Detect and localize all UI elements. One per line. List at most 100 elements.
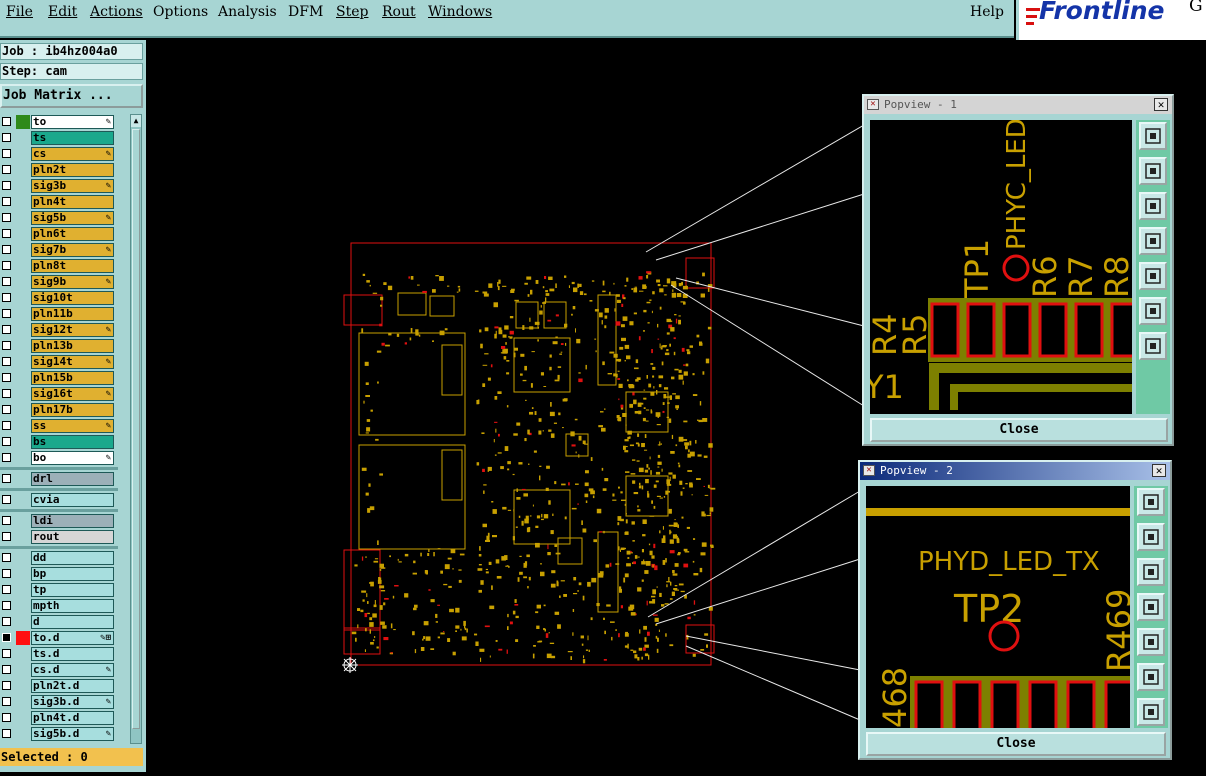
close-icon[interactable]: ✕ (1154, 98, 1168, 111)
layer-name-cell[interactable]: cs.d ✎ (31, 663, 114, 677)
layer-checkbox[interactable] (2, 149, 11, 158)
layer-name-cell[interactable]: pln2t.d (31, 679, 114, 693)
layer-row-sig10t[interactable]: sig10t (0, 290, 120, 306)
layer-checkbox[interactable] (2, 197, 11, 206)
actions-menu[interactable]: Actions (90, 4, 143, 20)
layer-name-cell[interactable]: sig3b ✎ (31, 179, 114, 193)
layer-row-pln2t[interactable]: pln2t (0, 162, 120, 178)
zoom-out-icon[interactable] (1139, 332, 1167, 360)
layer-name-cell[interactable]: to.d ✎⊞ (31, 631, 114, 645)
layer-row-pln17b[interactable]: pln17b (0, 402, 120, 418)
layer-status-indicator[interactable] (16, 663, 30, 677)
layer-checkbox[interactable] (2, 532, 11, 541)
layer-checkbox[interactable] (2, 474, 11, 483)
layer-checkbox[interactable] (2, 421, 11, 430)
scroll-up-arrow-icon[interactable]: ▲ (131, 115, 141, 127)
layer-name-cell[interactable]: pln11b (31, 307, 114, 321)
help-menu[interactable]: Help (970, 4, 1004, 20)
layer-row-cvia[interactable]: cvia (0, 492, 120, 508)
layer-status-indicator[interactable] (16, 115, 30, 129)
layer-row-pln6t[interactable]: pln6t (0, 226, 120, 242)
layer-row-sig5b-d[interactable]: sig5b.d ✎ (0, 726, 120, 742)
layer-status-indicator[interactable] (16, 179, 30, 193)
layer-name-cell[interactable]: bo ✎ (31, 451, 114, 465)
layer-row-sig3b[interactable]: sig3b ✎ (0, 178, 120, 194)
layer-name-cell[interactable]: sig3b.d ✎ (31, 695, 114, 709)
layer-row-bo[interactable]: bo ✎ (0, 450, 120, 466)
layer-status-indicator[interactable] (16, 227, 30, 241)
zoom-in-icon[interactable] (1139, 297, 1167, 325)
layer-name-cell[interactable]: tp (31, 583, 114, 597)
layer-row-mpth[interactable]: mpth (0, 598, 120, 614)
zoom-home-icon[interactable] (1139, 122, 1167, 150)
layer-status-indicator[interactable] (16, 259, 30, 273)
layer-name-cell[interactable]: pln13b (31, 339, 114, 353)
layer-name-cell[interactable]: pln4t.d (31, 711, 114, 725)
layer-row-pln4t-d[interactable]: pln4t.d (0, 710, 120, 726)
pan-right-icon[interactable] (1137, 628, 1165, 656)
layer-status-indicator[interactable] (16, 323, 30, 337)
layer-name-cell[interactable]: bp (31, 567, 114, 581)
layer-status-indicator[interactable] (16, 647, 30, 661)
layer-name-cell[interactable]: pln2t (31, 163, 114, 177)
layer-name-cell[interactable]: cvia (31, 493, 114, 507)
layer-status-indicator[interactable] (16, 551, 30, 565)
close-icon[interactable]: ✕ (1152, 464, 1166, 477)
layer-name-cell[interactable]: bs (31, 435, 114, 449)
layer-row-tp[interactable]: tp (0, 582, 120, 598)
options-menu[interactable]: Options (153, 4, 208, 20)
layer-checkbox[interactable] (2, 261, 11, 270)
layer-row-sig7b[interactable]: sig7b ✎ (0, 242, 120, 258)
layer-row-pln2t-d[interactable]: pln2t.d (0, 678, 120, 694)
layer-row-bs[interactable]: bs (0, 434, 120, 450)
job-matrix-button[interactable]: Job Matrix ... (0, 84, 143, 108)
layer-checkbox[interactable] (2, 697, 11, 706)
layer-status-indicator[interactable] (16, 711, 30, 725)
layer-row-pln13b[interactable]: pln13b (0, 338, 120, 354)
layer-status-indicator[interactable] (16, 567, 30, 581)
analysis-menu[interactable]: Analysis (218, 4, 277, 20)
layer-row-sig3b-d[interactable]: sig3b.d ✎ (0, 694, 120, 710)
layer-name-cell[interactable]: sig12t ✎ (31, 323, 114, 337)
windows-menu[interactable]: Windows (428, 4, 492, 20)
layer-status-indicator[interactable] (16, 615, 30, 629)
layer-status-indicator[interactable] (16, 695, 30, 709)
layer-status-indicator[interactable] (16, 451, 30, 465)
layer-checkbox[interactable] (2, 133, 11, 142)
layer-row-ts[interactable]: ts (0, 130, 120, 146)
layer-status-indicator[interactable] (16, 403, 30, 417)
layer-row-pln8t[interactable]: pln8t (0, 258, 120, 274)
window-menu-icon[interactable]: ✕ (867, 99, 879, 110)
layer-name-cell[interactable]: sig16t ✎ (31, 387, 114, 401)
layer-row-cs[interactable]: cs ✎ (0, 146, 120, 162)
layer-status-indicator[interactable] (16, 514, 30, 528)
popview-1-canvas[interactable]: PHYC_LED_ TP1 R6 R7 R8 R4 R5 Y1 (870, 120, 1132, 414)
layer-status-indicator[interactable] (16, 472, 30, 486)
layer-checkbox[interactable] (2, 373, 11, 382)
layer-name-cell[interactable]: sig14t ✎ (31, 355, 114, 369)
layer-row-drl[interactable]: drl (0, 471, 120, 487)
layer-checkbox[interactable] (2, 325, 11, 334)
layer-checkbox[interactable] (2, 341, 11, 350)
popview-2-titlebar[interactable]: ✕ Popview - 2 ✕ (860, 462, 1170, 480)
layer-row-pln4t[interactable]: pln4t (0, 194, 120, 210)
layer-row-to[interactable]: to ✎ (0, 114, 120, 130)
layer-row-to-d[interactable]: to.d ✎⊞ (0, 630, 120, 646)
zoom-home-icon[interactable] (1137, 488, 1165, 516)
layer-row-ts-d[interactable]: ts.d (0, 646, 120, 662)
layer-checkbox[interactable] (2, 617, 11, 626)
layer-name-cell[interactable]: sig5b.d ✎ (31, 727, 114, 741)
layer-status-indicator[interactable] (16, 147, 30, 161)
layer-name-cell[interactable]: sig10t (31, 291, 114, 305)
layer-row-pln11b[interactable]: pln11b (0, 306, 120, 322)
layer-status-indicator[interactable] (16, 339, 30, 353)
layer-row-ss[interactable]: ss ✎ (0, 418, 120, 434)
layer-checkbox[interactable] (2, 681, 11, 690)
layer-row-sig9b[interactable]: sig9b ✎ (0, 274, 120, 290)
layer-status-indicator[interactable] (16, 195, 30, 209)
layer-status-indicator[interactable] (16, 679, 30, 693)
layer-checkbox[interactable] (2, 713, 11, 722)
layer-status-indicator[interactable] (16, 291, 30, 305)
layer-name-cell[interactable]: ss ✎ (31, 419, 114, 433)
layer-name-cell[interactable]: d (31, 615, 114, 629)
